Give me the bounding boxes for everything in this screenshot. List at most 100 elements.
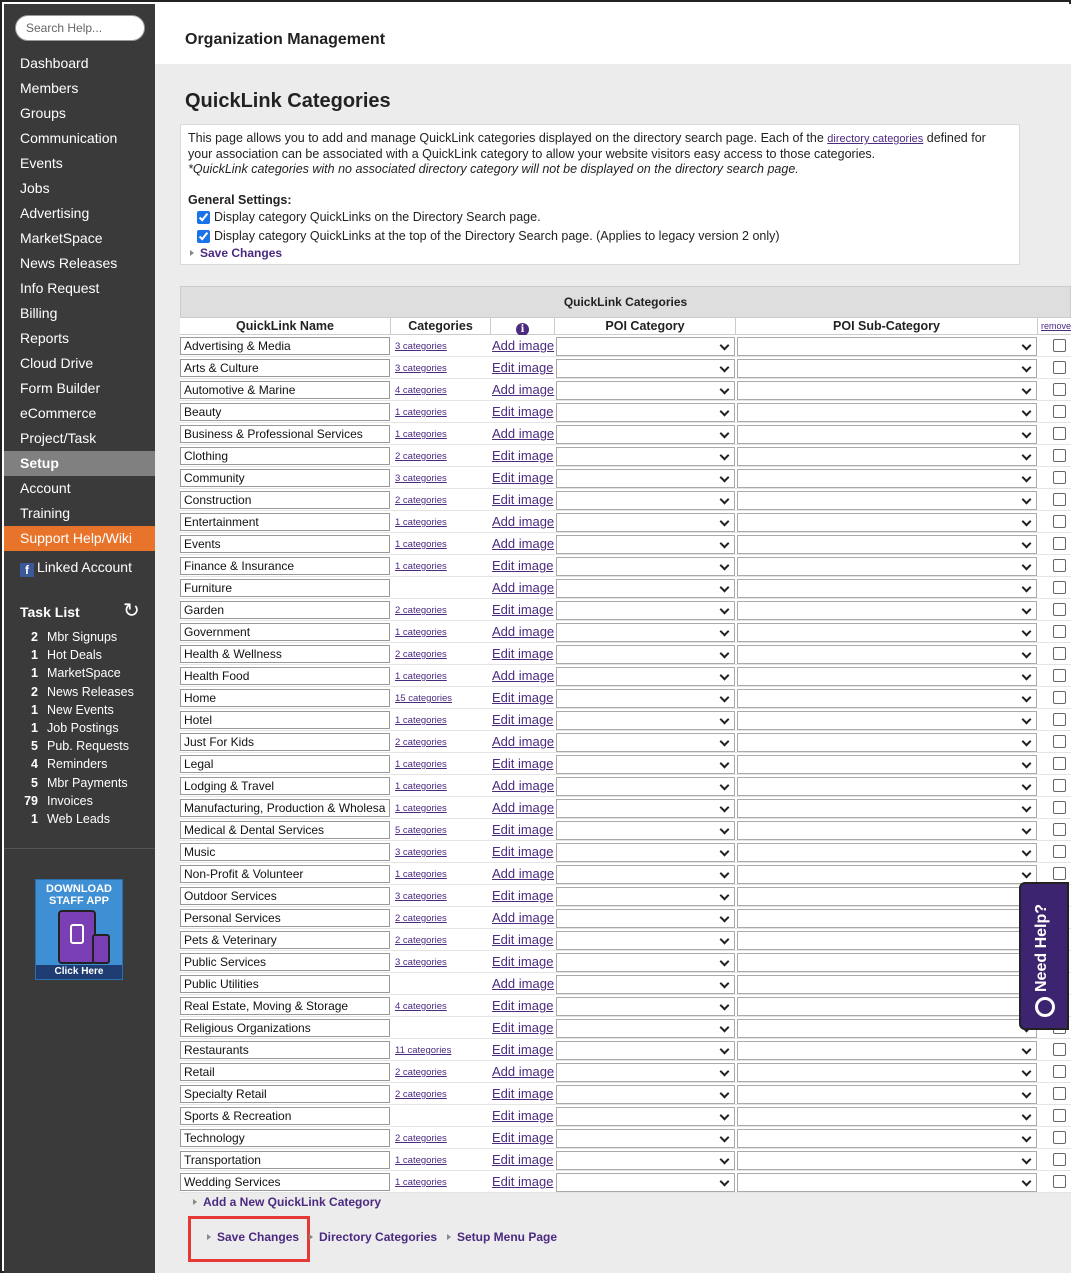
categories-link[interactable]: 2 categories [395,1067,447,1078]
refresh-icon[interactable]: ↻ [123,598,140,623]
quicklink-name-input[interactable] [180,1107,390,1125]
poi-category-select[interactable] [556,337,735,356]
task-item[interactable]: 1 New Events [4,701,155,719]
image-link[interactable]: Edit image [492,1086,553,1101]
quicklink-name-input[interactable] [180,667,390,685]
poi-category-select[interactable] [556,623,735,642]
remove-checkbox[interactable] [1053,779,1066,792]
quicklink-name-input[interactable] [180,557,390,575]
poi-sub-category-select[interactable] [737,359,1037,378]
remove-checkbox[interactable] [1053,1153,1066,1166]
remove-checkbox[interactable] [1053,559,1066,572]
poi-category-select[interactable] [556,1041,735,1060]
quicklink-name-input[interactable] [180,1173,390,1191]
categories-link[interactable]: 1 categories [395,429,447,440]
image-link[interactable]: Edit image [492,1130,553,1145]
image-link[interactable]: Add image [492,800,554,815]
quicklink-name-input[interactable] [180,1063,390,1081]
directory-categories-bottom-link[interactable]: Directory Categories [309,1230,437,1244]
save-settings-link[interactable]: Save Changes [190,246,282,261]
sidebar-item-news-releases[interactable]: News Releases [4,251,155,276]
poi-sub-category-select[interactable] [737,579,1037,598]
image-link[interactable]: Edit image [492,558,553,573]
poi-sub-category-select[interactable] [737,645,1037,664]
task-item[interactable]: 2 News Releases [4,683,155,701]
poi-category-select[interactable] [556,403,735,422]
poi-category-select[interactable] [556,667,735,686]
quicklink-name-input[interactable] [180,1151,390,1169]
image-link[interactable]: Edit image [492,844,553,859]
quicklink-name-input[interactable] [180,689,390,707]
image-link[interactable]: Add image [492,734,554,749]
poi-category-select[interactable] [556,535,735,554]
sidebar-item-info-request[interactable]: Info Request [4,276,155,301]
remove-checkbox[interactable] [1053,1087,1066,1100]
categories-link[interactable]: 1 categories [395,715,447,726]
quicklink-name-input[interactable] [180,425,390,443]
task-item[interactable]: 79 Invoices [4,792,155,810]
remove-checkbox[interactable] [1053,801,1066,814]
quicklink-name-input[interactable] [180,491,390,509]
quicklink-name-input[interactable] [180,865,390,883]
image-link[interactable]: Edit image [492,646,553,661]
sidebar-item-groups[interactable]: Groups [4,101,155,126]
remove-checkbox[interactable] [1053,449,1066,462]
remove-checkbox[interactable] [1053,471,1066,484]
image-link[interactable]: Edit image [492,756,553,771]
categories-link[interactable]: 1 categories [395,539,447,550]
poi-category-select[interactable] [556,645,735,664]
display-top-checkbox[interactable] [197,230,210,243]
quicklink-name-input[interactable] [180,777,390,795]
remove-checkbox[interactable] [1053,647,1066,660]
setting-display-quicklinks[interactable]: Display category QuickLinks on the Direc… [197,210,541,225]
image-link[interactable]: Add image [492,778,554,793]
poi-sub-category-select[interactable] [737,1019,1037,1038]
need-help-tab[interactable]: Need Help? [1019,882,1069,1030]
poi-sub-category-select[interactable] [737,865,1037,884]
image-link[interactable]: Edit image [492,954,553,969]
poi-sub-category-select[interactable] [737,953,1037,972]
categories-link[interactable]: 2 categories [395,649,447,660]
image-link[interactable]: Add image [492,624,554,639]
poi-sub-category-select[interactable] [737,557,1037,576]
quicklink-name-input[interactable] [180,821,390,839]
poi-sub-category-select[interactable] [737,491,1037,510]
poi-category-select[interactable] [556,997,735,1016]
image-link[interactable]: Add image [492,910,554,925]
remove-checkbox[interactable] [1053,625,1066,638]
poi-sub-category-select[interactable] [737,1085,1037,1104]
image-link[interactable]: Edit image [492,1174,553,1189]
poi-category-select[interactable] [556,755,735,774]
poi-category-select[interactable] [556,491,735,510]
poi-category-select[interactable] [556,689,735,708]
remove-checkbox[interactable] [1053,669,1066,682]
poi-sub-category-select[interactable] [737,755,1037,774]
poi-category-select[interactable] [556,579,735,598]
quicklink-name-input[interactable] [180,953,390,971]
remove-checkbox[interactable] [1053,581,1066,594]
quicklink-name-input[interactable] [180,931,390,949]
quicklink-name-input[interactable] [180,337,390,355]
remove-checkbox[interactable] [1053,427,1066,440]
task-item[interactable]: 1 Job Postings [4,719,155,737]
remove-checkbox[interactable] [1053,823,1066,836]
image-link[interactable]: Add image [492,426,554,441]
directory-categories-link[interactable]: directory categories [827,133,923,145]
quicklink-name-input[interactable] [180,1129,390,1147]
remove-checkbox[interactable] [1053,405,1066,418]
sidebar-item-setup[interactable]: Setup [4,451,155,476]
sidebar-item-linked-account[interactable]: f Linked Account [4,555,155,580]
sidebar-item-events[interactable]: Events [4,151,155,176]
remove-checkbox[interactable] [1053,691,1066,704]
poi-sub-category-select[interactable] [737,447,1037,466]
categories-link[interactable]: 3 categories [395,363,447,374]
poi-category-select[interactable] [556,1129,735,1148]
image-link[interactable]: Add image [492,668,554,683]
poi-category-select[interactable] [556,865,735,884]
remove-checkbox[interactable] [1053,735,1066,748]
categories-link[interactable]: 1 categories [395,627,447,638]
sidebar-item-ecommerce[interactable]: eCommerce [4,401,155,426]
setting-display-top[interactable]: Display category QuickLinks at the top o… [197,229,780,244]
categories-link[interactable]: 2 categories [395,451,447,462]
categories-link[interactable]: 1 categories [395,671,447,682]
